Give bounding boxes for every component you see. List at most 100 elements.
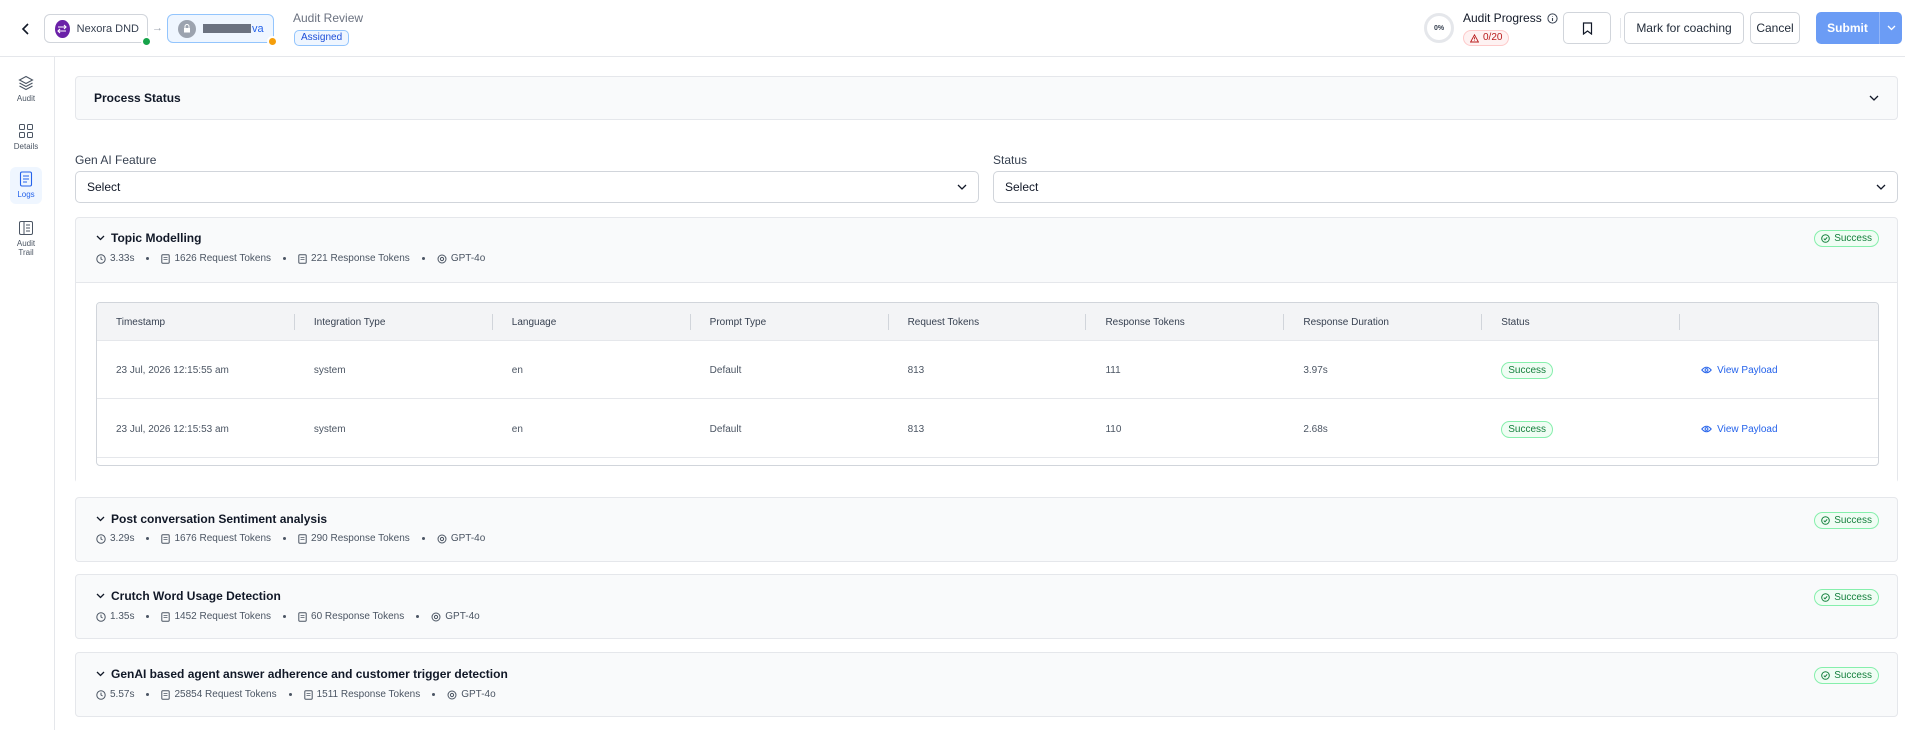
lock-icon (178, 19, 196, 38)
column-header: Integration Type (295, 303, 493, 341)
arrow-right-icon: → (152, 22, 163, 34)
column-header: Response Tokens (1086, 303, 1285, 341)
table-header: Timestamp Integration Type Language Prom… (97, 303, 1878, 341)
feature-toggle[interactable]: Post conversation Sentiment analysis (96, 512, 327, 526)
feature-model: GPT-4o (461, 689, 496, 700)
submit-dropdown-button[interactable] (1879, 12, 1902, 44)
bookmark-icon (1582, 21, 1592, 35)
feature-meta: 1.35s 1452 Request Tokens 60 Response To… (96, 611, 480, 622)
check-circle-icon (1821, 234, 1831, 243)
file-icon (161, 533, 171, 544)
submit-button-group: Submit (1816, 12, 1902, 44)
view-payload-link[interactable]: View Payload (1701, 365, 1778, 376)
chevron-down-icon (96, 235, 105, 241)
chevron-down-icon (1887, 25, 1895, 31)
feature-model: GPT-4o (450, 533, 486, 544)
file-icon (161, 611, 171, 622)
layers-icon (18, 75, 34, 91)
warning-icon (1470, 33, 1479, 42)
feature-card: Topic Modelling 3.33s 1626 Request Token… (75, 217, 1898, 483)
feature-request-tokens: 1626 Request Tokens (174, 253, 272, 264)
column-header: Status (1482, 303, 1681, 341)
feature-card: Post conversation Sentiment analysis 3.2… (75, 497, 1898, 562)
column-header: Prompt Type (691, 303, 889, 341)
model-icon (447, 690, 457, 699)
view-payload-link[interactable]: View Payload (1701, 424, 1778, 435)
feature-response-tokens: 290 Response Tokens (311, 533, 410, 544)
info-icon[interactable] (1547, 12, 1558, 24)
file-icon (298, 533, 307, 544)
clock-icon (96, 533, 106, 544)
document-icon (19, 171, 33, 187)
feature-toggle[interactable]: Crutch Word Usage Detection (96, 589, 281, 603)
file-icon (298, 611, 307, 622)
column-header (1680, 303, 1878, 341)
progress-title: Audit Progress (1463, 11, 1558, 25)
sidebar-item-audit-trail[interactable]: Audit Trail (10, 220, 42, 257)
status-badge: Success (1814, 512, 1879, 529)
submit-button[interactable]: Submit (1816, 12, 1879, 44)
sidebar-item-details[interactable]: Details (10, 123, 42, 151)
check-circle-icon (1821, 671, 1831, 680)
sidebar-item-logs[interactable]: Logs (10, 167, 42, 204)
agent-pill[interactable]: va (167, 14, 278, 47)
model-icon (437, 534, 447, 543)
eye-icon (1701, 425, 1712, 433)
eye-icon (1701, 366, 1712, 374)
status-filter-label: Status (993, 153, 1028, 167)
bookmark-button[interactable] (1563, 12, 1611, 44)
column-header: Request Tokens (889, 303, 1087, 341)
feature-response-tokens: 60 Response Tokens (311, 611, 405, 622)
top-bar: Nexora DND → va Audit Review Assigned 0%… (0, 0, 1905, 57)
status-badge: Success (1501, 361, 1554, 379)
process-status-accordion[interactable]: Process Status (75, 76, 1898, 120)
gen-ai-feature-label: Gen AI Feature (75, 153, 157, 167)
status-filter-select[interactable]: Select (993, 171, 1898, 203)
feature-request-tokens: 1452 Request Tokens (174, 611, 272, 622)
clock-icon (96, 689, 106, 700)
divider (1620, 18, 1621, 38)
progress-ring: 0% (1424, 13, 1454, 43)
feature-card: Crutch Word Usage Detection 1.35s 1452 R… (75, 574, 1898, 639)
model-icon (437, 254, 447, 263)
chevron-down-icon (957, 184, 967, 190)
gen-ai-feature-select[interactable]: Select (75, 171, 979, 203)
feature-request-tokens: 25854 Request Tokens (174, 689, 277, 700)
feature-header: Topic Modelling 3.33s 1626 Request Token… (76, 218, 1897, 278)
book-icon (19, 221, 33, 235)
review-title: Audit Review (293, 11, 364, 25)
feature-toggle[interactable]: Topic Modelling (96, 231, 201, 245)
status-badge: Success (1814, 589, 1879, 606)
redacted-block (203, 24, 251, 34)
table-row: 23 Jul, 2026 12:15:53 am system en Defau… (97, 400, 1878, 458)
sidebar-item-audit[interactable]: Audit (10, 75, 42, 103)
feature-model: GPT-4o (445, 611, 480, 622)
feature-duration: 1.35s (110, 611, 135, 622)
file-icon (303, 689, 313, 700)
back-button[interactable] (16, 19, 36, 39)
chevron-down-icon (1869, 95, 1879, 101)
transfer-icon (55, 19, 70, 38)
feature-meta: 3.33s 1626 Request Tokens 221 Response T… (96, 253, 485, 264)
feature-toggle[interactable]: GenAI based agent answer adherence and c… (96, 667, 508, 681)
chevron-down-icon (1876, 184, 1886, 190)
feature-title: Crutch Word Usage Detection (111, 589, 281, 603)
feature-request-tokens: 1676 Request Tokens (174, 533, 272, 544)
check-circle-icon (1821, 593, 1831, 602)
column-header: Response Duration (1284, 303, 1483, 341)
sidebar: Audit Details Logs Audit Trail (0, 57, 55, 730)
org-name: Nexora DND (76, 22, 139, 35)
feature-meta: 5.57s 25854 Request Tokens 1511 Response… (96, 689, 496, 700)
file-icon (161, 689, 171, 700)
model-icon (431, 612, 441, 621)
file-icon (161, 253, 171, 264)
process-status-title: Process Status (94, 91, 181, 105)
file-icon (298, 253, 307, 264)
feature-title: Topic Modelling (111, 231, 202, 245)
cancel-button[interactable]: Cancel (1750, 12, 1800, 44)
table-row: 23 Jul, 2026 12:15:55 am system en Defau… (97, 341, 1878, 399)
column-header: Timestamp (97, 303, 295, 341)
org-pill[interactable]: Nexora DND (44, 14, 152, 47)
mark-coaching-button[interactable]: Mark for coaching (1624, 12, 1744, 44)
grid-icon (19, 124, 33, 138)
